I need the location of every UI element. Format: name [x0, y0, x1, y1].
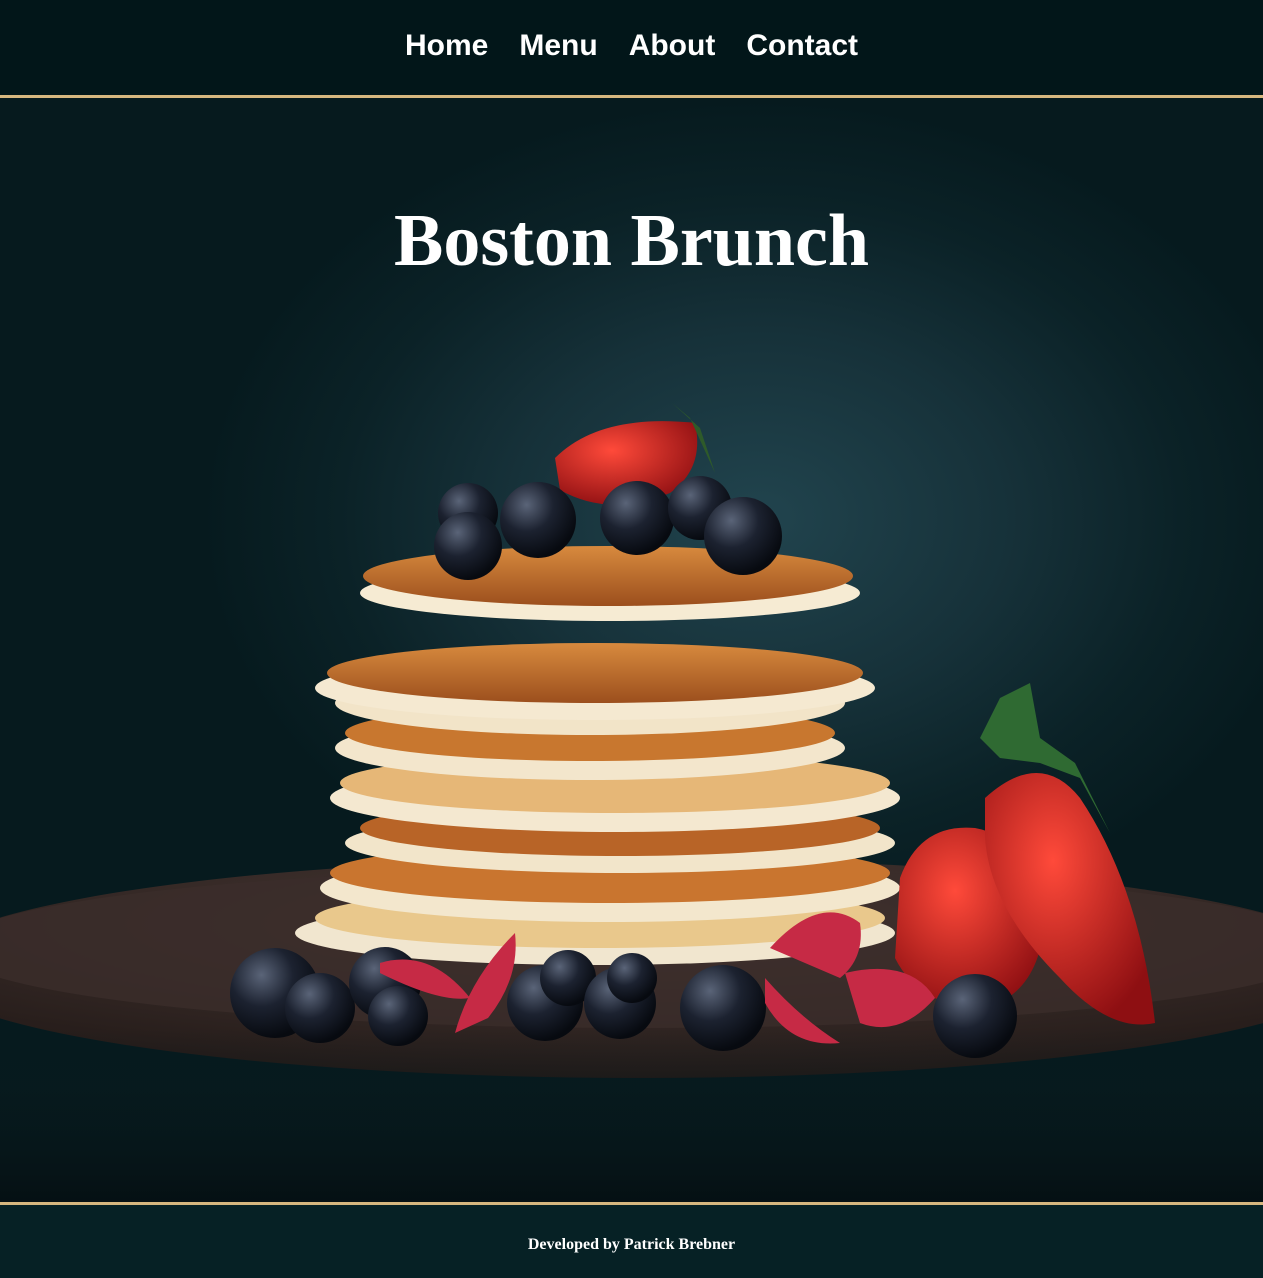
- nav-link-about[interactable]: About: [629, 27, 716, 65]
- top-navbar: Home Menu About Contact: [0, 0, 1263, 98]
- page-footer: Developed by Patrick Brebner: [0, 1202, 1263, 1278]
- nav-link-contact[interactable]: Contact: [746, 27, 858, 65]
- nav-link-menu[interactable]: Menu: [519, 27, 597, 65]
- pancake-stack: [295, 546, 900, 965]
- nav-link-home[interactable]: Home: [405, 27, 488, 65]
- page-title: Boston Brunch: [394, 200, 869, 282]
- side-strawberries: [895, 683, 1155, 1025]
- nav-menu: Home Menu About Contact: [405, 27, 858, 65]
- hero-section: Boston Brunch: [0, 98, 1263, 1202]
- footer-credit: Developed by Patrick Brebner: [527, 1236, 736, 1253]
